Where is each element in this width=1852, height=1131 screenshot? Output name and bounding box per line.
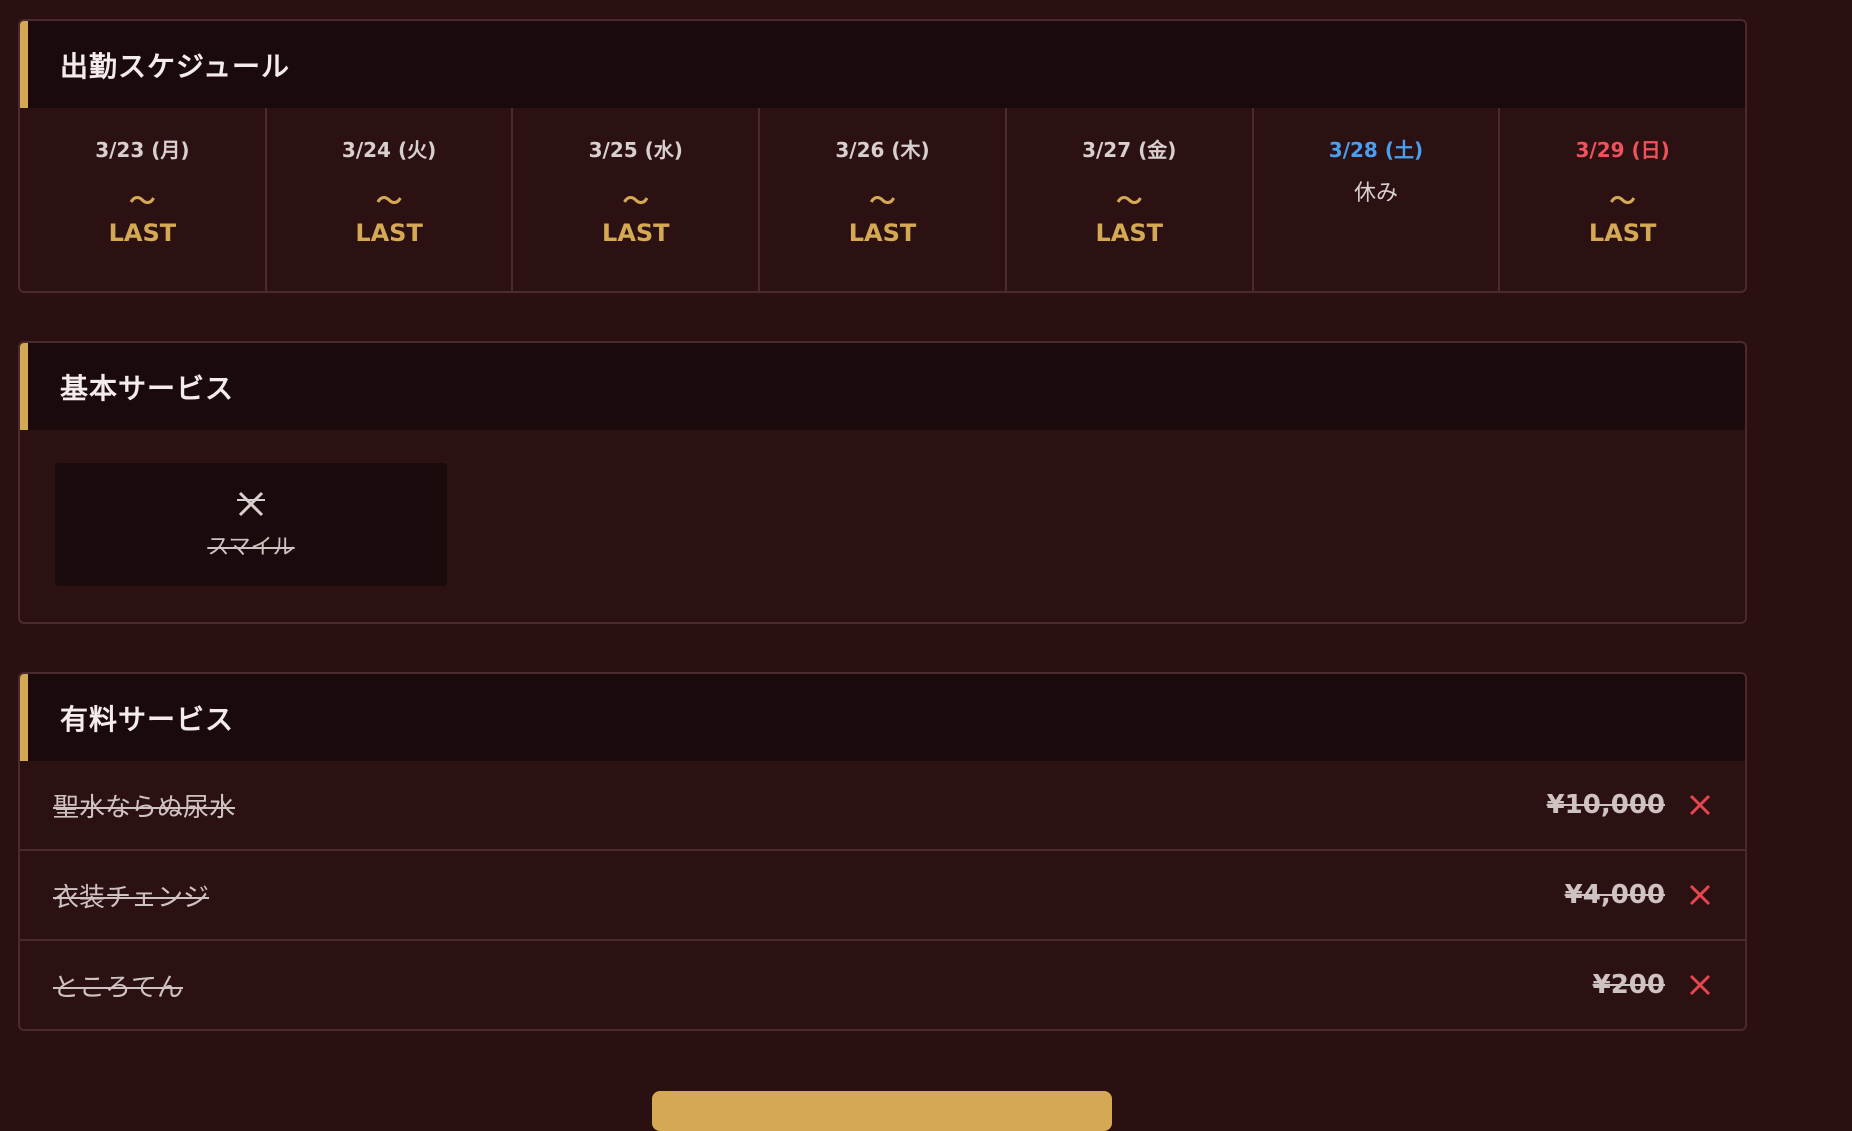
schedule-day-wed: 3/25 (水) 〜 LAST: [513, 108, 761, 291]
day-date: 3/26 (木): [835, 138, 930, 162]
list-item: ところてん ¥200: [20, 941, 1745, 1029]
x-icon: [236, 489, 266, 519]
schedule-day-sun: 3/29 (日) 〜 LAST: [1500, 108, 1745, 291]
list-item: 聖水ならぬ尿水 ¥10,000: [20, 761, 1745, 851]
header-accent-bar: [20, 21, 28, 108]
basic-service-title: 基本サービス: [60, 371, 235, 405]
paid-service-list: 聖水ならぬ尿水 ¥10,000 衣装チェンジ ¥4,000 ところてん ¥200: [20, 761, 1745, 1029]
paid-service-section: 有料サービス 聖水ならぬ尿水 ¥10,000 衣装チェンジ ¥4,000 ところ…: [18, 672, 1747, 1031]
paid-service-title: 有料サービス: [60, 702, 235, 736]
service-name: ところてん: [53, 972, 184, 1003]
schedule-day-mon: 3/23 (月) 〜 LAST: [20, 108, 267, 291]
schedule-title: 出勤スケジュール: [60, 49, 291, 83]
service-label: スマイル: [207, 534, 295, 560]
schedule-day-fri: 3/27 (金) 〜 LAST: [1007, 108, 1254, 291]
close-icon: [1687, 882, 1713, 908]
schedule-day-thu: 3/26 (木) 〜 LAST: [760, 108, 1007, 291]
header-accent-bar: [20, 343, 28, 430]
close-icon: [1687, 792, 1713, 818]
basic-service-section: 基本サービス スマイル: [18, 341, 1747, 624]
day-tilde: 〜: [869, 187, 896, 217]
service-price: ¥4,000: [1564, 880, 1665, 910]
day-tilde: 〜: [1116, 187, 1143, 217]
day-date: 3/25 (水): [588, 138, 683, 162]
close-icon: [1687, 972, 1713, 998]
day-tilde: 〜: [622, 187, 649, 217]
schedule-section: 出勤スケジュール 3/23 (月) 〜 LAST 3/24 (火) 〜 LAST…: [18, 19, 1747, 293]
day-date: 3/23 (月): [95, 138, 190, 162]
day-off-label: 休み: [1353, 181, 1398, 206]
day-end-time: LAST: [1095, 219, 1163, 247]
bottom-action-button[interactable]: [652, 1091, 1112, 1131]
service-name: 衣装チェンジ: [53, 882, 210, 913]
schedule-grid: 3/23 (月) 〜 LAST 3/24 (火) 〜 LAST 3/25 (水)…: [20, 108, 1745, 291]
schedule-day-sat: 3/28 (土) 休み: [1254, 108, 1501, 291]
day-end-time: LAST: [1588, 219, 1657, 247]
day-tilde: 〜: [129, 187, 156, 217]
list-item: 衣装チェンジ ¥4,000: [20, 851, 1745, 941]
day-date: 3/27 (金): [1082, 138, 1177, 162]
day-date: 3/29 (日): [1575, 138, 1670, 162]
schedule-day-tue: 3/24 (火) 〜 LAST: [267, 108, 514, 291]
schedule-header: 出勤スケジュール: [20, 21, 1745, 108]
service-card-smile: スマイル: [55, 463, 447, 586]
day-end-time: LAST: [602, 219, 670, 247]
basic-service-header: 基本サービス: [20, 343, 1745, 430]
service-price: ¥200: [1592, 970, 1665, 1000]
day-end-time: LAST: [848, 219, 917, 247]
day-date: 3/24 (火): [341, 138, 437, 162]
service-name: 聖水ならぬ尿水: [53, 792, 236, 823]
day-tilde: 〜: [376, 187, 403, 217]
basic-service-body: スマイル: [20, 430, 1745, 622]
day-tilde: 〜: [1609, 187, 1636, 217]
service-price: ¥10,000: [1546, 790, 1665, 820]
day-date: 3/28 (土): [1328, 138, 1424, 162]
day-end-time: LAST: [108, 219, 177, 247]
header-accent-bar: [20, 674, 28, 761]
content-wrapper: 出勤スケジュール 3/23 (月) 〜 LAST 3/24 (火) 〜 LAST…: [18, 19, 1747, 1079]
day-end-time: LAST: [355, 219, 423, 247]
paid-service-header: 有料サービス: [20, 674, 1745, 761]
